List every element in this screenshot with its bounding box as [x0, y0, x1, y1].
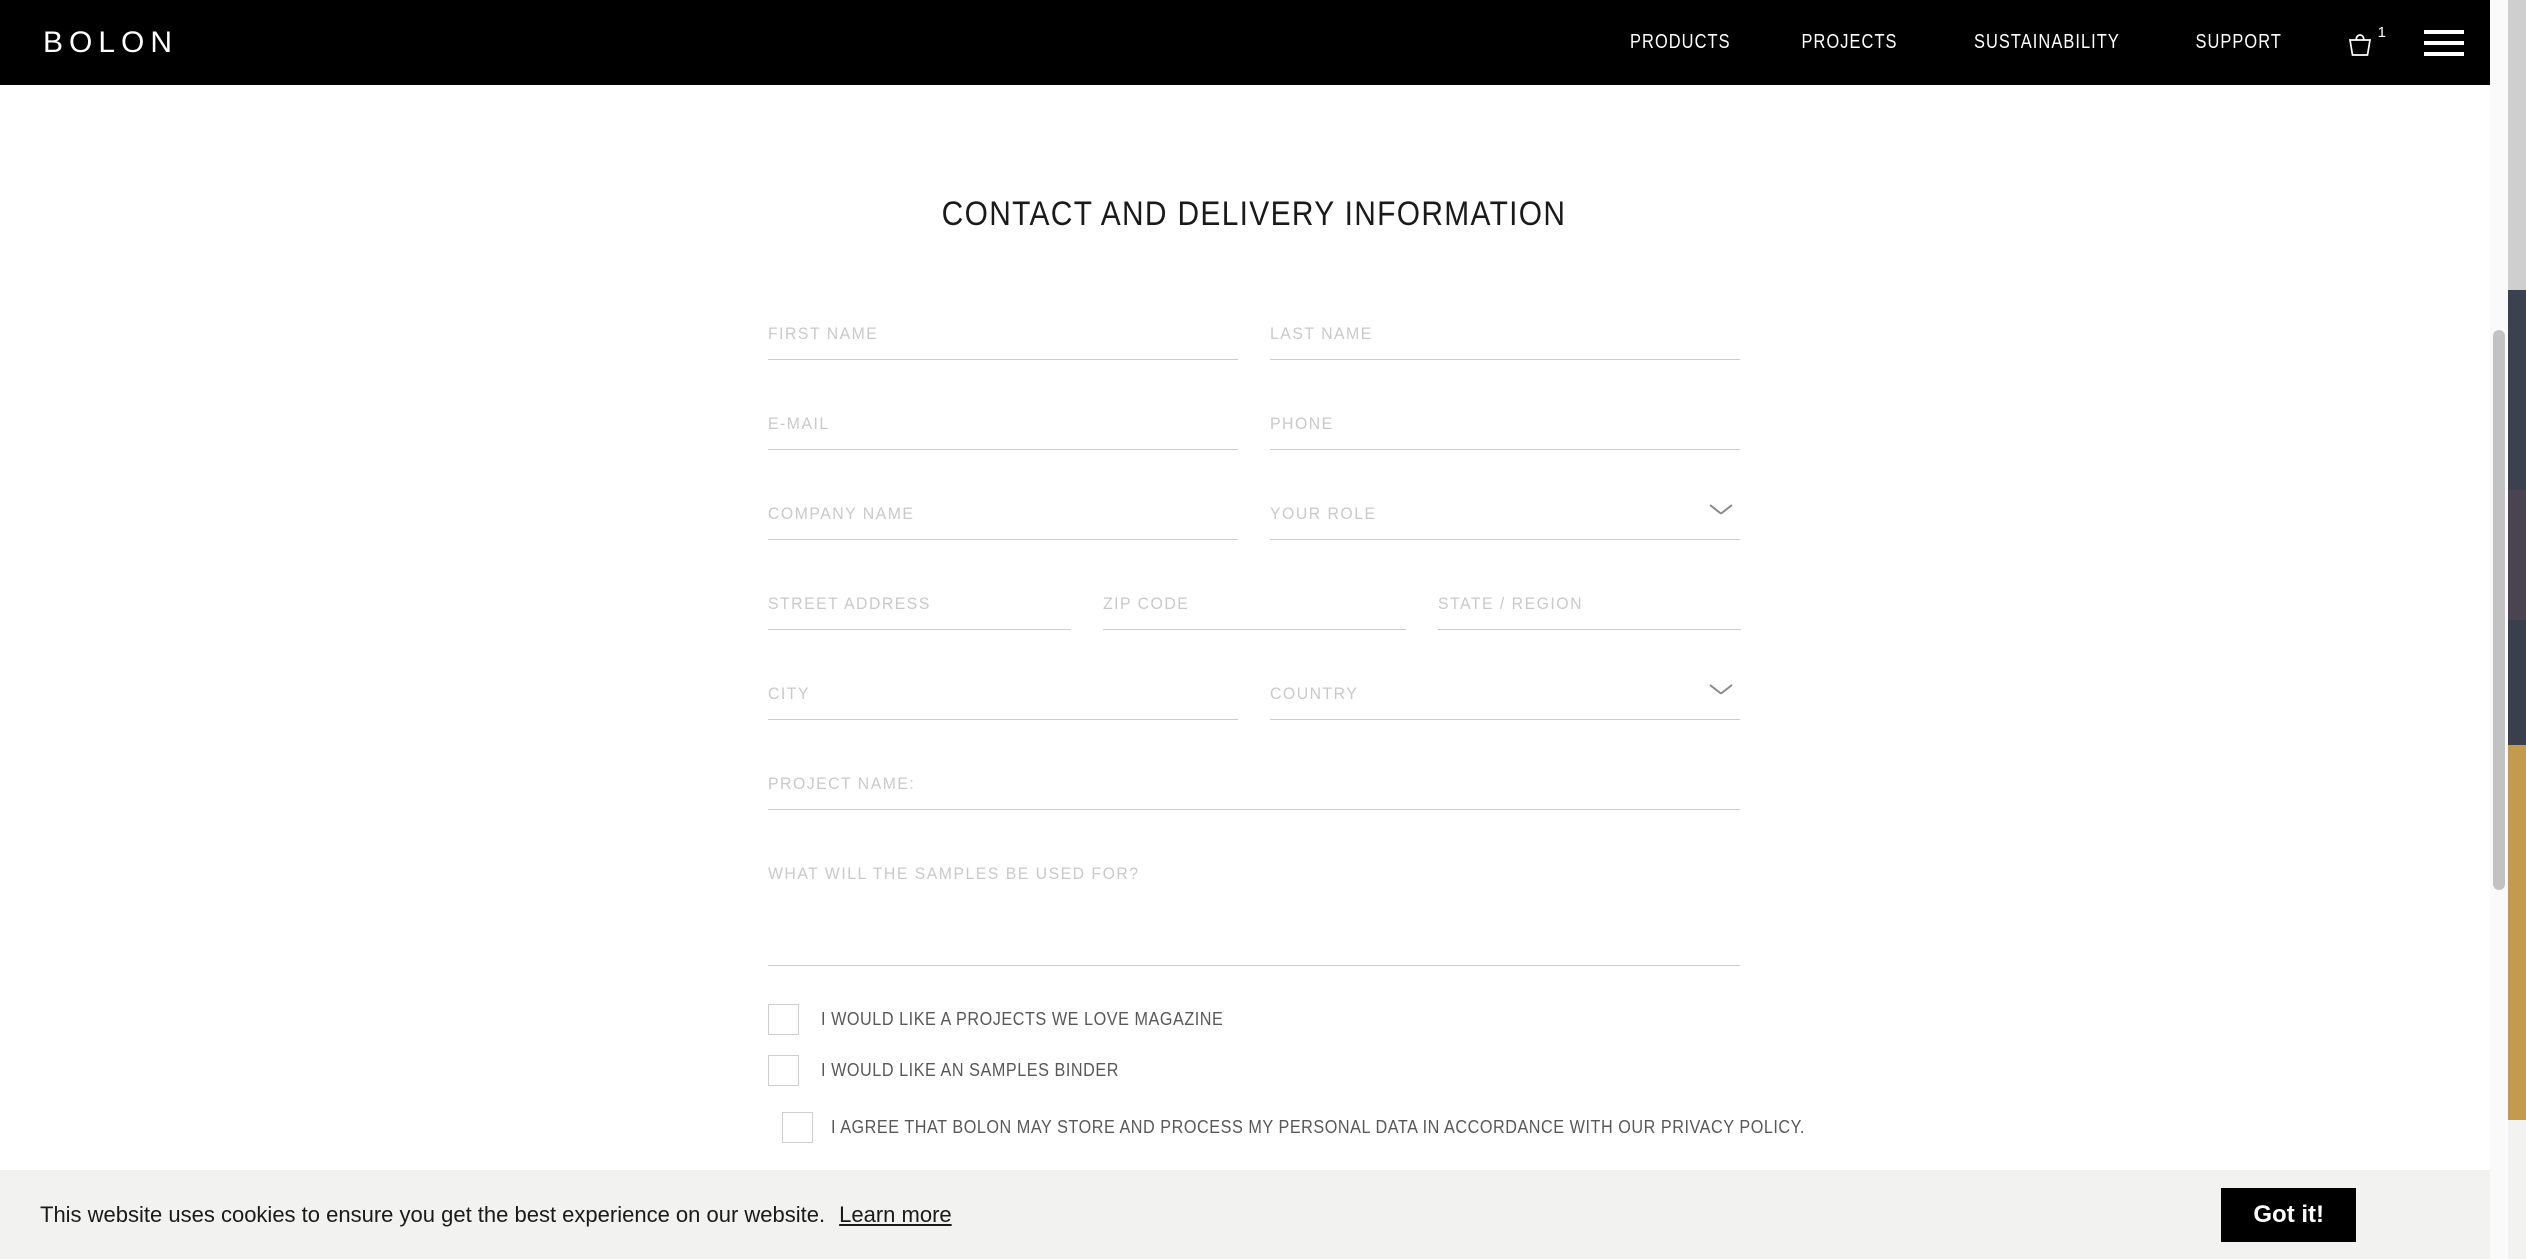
city-underline: [768, 719, 1238, 720]
street-address-field[interactable]: STREET ADDRESS: [768, 566, 1071, 656]
last-name-field[interactable]: LAST NAME: [1270, 296, 1740, 386]
project-name-underline: [768, 809, 1740, 810]
your-role-underline: [1270, 539, 1740, 540]
country-underline: [1270, 719, 1740, 720]
primary-navigation: PRODUCTS PROJECTS SUSTAINABILITY SUPPORT…: [1594, 23, 2470, 58]
browser-viewport: BOLON PRODUCTS PROJECTS SUSTAINABILITY S…: [0, 0, 2508, 1259]
email-underline: [768, 449, 1238, 450]
company-name-underline: [768, 539, 1238, 540]
cookie-message: This website uses cookies to ensure you …: [40, 1201, 826, 1227]
cookie-learn-more-link[interactable]: Learn more: [839, 1202, 952, 1228]
your-role-select[interactable]: YOUR ROLE: [1270, 476, 1740, 566]
form-row-project: PROJECT NAME:: [768, 746, 1740, 836]
city-label: CITY: [768, 684, 810, 703]
first-name-field[interactable]: FIRST NAME: [768, 296, 1238, 386]
state-region-label: STATE / REGION: [1438, 594, 1583, 613]
checkbox-magazine[interactable]: [768, 1004, 799, 1035]
company-name-field[interactable]: COMPANY NAME: [768, 476, 1238, 566]
samples-usage-underline: [768, 965, 1740, 966]
last-name-label: LAST NAME: [1270, 324, 1373, 343]
street-address-underline: [768, 629, 1071, 630]
your-role-label: YOUR ROLE: [1270, 504, 1377, 523]
state-region-underline: [1438, 629, 1741, 630]
checkbox-group: I WOULD LIKE A PROJECTS WE LOVE MAGAZINE…: [768, 1004, 1804, 1143]
checkbox-privacy-label: I AGREE THAT BOLON MAY STORE AND PROCESS…: [831, 1117, 1805, 1137]
page-scrollbar-track[interactable]: [2490, 0, 2508, 1259]
form-row-samples: WHAT WILL THE SAMPLES BE USED FOR?: [768, 836, 1740, 984]
form-row-name: FIRST NAME LAST NAME: [768, 296, 1740, 386]
phone-field[interactable]: PHONE: [1270, 386, 1740, 476]
email-label: E-MAIL: [768, 414, 830, 433]
hamburger-bar-3: [2424, 51, 2464, 56]
nav-item-projects[interactable]: PROJECTS: [1781, 31, 1918, 54]
nav-item-sustainability[interactable]: SUSTAINABILITY: [1954, 31, 2141, 54]
page-scrollbar-thumb[interactable]: [2493, 330, 2505, 890]
basket-icon: [2348, 33, 2371, 56]
checkbox-binder[interactable]: [768, 1055, 799, 1086]
project-name-label: PROJECT NAME:: [768, 774, 916, 793]
main-content: CONTACT AND DELIVERY INFORMATION FIRST N…: [0, 195, 2508, 1259]
samples-usage-label: WHAT WILL THE SAMPLES BE USED FOR?: [768, 864, 1140, 883]
zip-code-field[interactable]: ZIP CODE: [1103, 566, 1406, 656]
phone-underline: [1270, 449, 1740, 450]
country-select[interactable]: COUNTRY: [1270, 656, 1740, 746]
form-row-contact: E-MAIL PHONE: [768, 386, 1740, 476]
checkbox-binder-label: I WOULD LIKE AN SAMPLES BINDER: [821, 1060, 1119, 1080]
phone-label: PHONE: [1270, 414, 1334, 433]
contact-delivery-form: FIRST NAME LAST NAME E-MAIL PHONE COMPAN…: [768, 234, 1804, 1259]
nav-item-products[interactable]: PRODUCTS: [1609, 31, 1751, 54]
hamburger-bar-1: [2424, 29, 2464, 34]
street-address-label: STREET ADDRESS: [768, 594, 931, 613]
checkbox-magazine-label: I WOULD LIKE A PROJECTS WE LOVE MAGAZINE: [821, 1009, 1224, 1029]
email-field[interactable]: E-MAIL: [768, 386, 1238, 476]
bolon-logo[interactable]: BOLON: [43, 26, 178, 60]
checkbox-privacy-consent[interactable]: [782, 1112, 813, 1143]
last-name-underline: [1270, 359, 1740, 360]
cookie-accept-button[interactable]: Got it!: [2221, 1187, 2356, 1242]
form-row-city-country: CITY COUNTRY: [768, 656, 1740, 746]
cookie-consent-banner: This website uses cookies to ensure you …: [0, 1170, 2508, 1259]
company-name-label: COMPANY NAME: [768, 504, 915, 523]
city-field[interactable]: CITY: [768, 656, 1238, 746]
checkbox-row-privacy[interactable]: I AGREE THAT BOLON MAY STORE AND PROCESS…: [768, 1112, 1804, 1143]
project-name-field[interactable]: PROJECT NAME:: [768, 746, 1740, 836]
first-name-underline: [768, 359, 1238, 360]
form-row-address: STREET ADDRESS ZIP CODE STATE / REGION: [768, 566, 1741, 656]
chevron-down-icon[interactable]: [1710, 502, 1732, 514]
checkbox-row-binder[interactable]: I WOULD LIKE AN SAMPLES BINDER: [768, 1055, 1740, 1086]
nav-item-support[interactable]: SUPPORT: [2175, 31, 2302, 54]
basket-count-badge: 1: [2377, 23, 2386, 41]
basket-button[interactable]: 1: [2317, 23, 2396, 58]
zip-code-label: ZIP CODE: [1103, 594, 1190, 613]
zip-code-underline: [1103, 629, 1406, 630]
site-header: BOLON PRODUCTS PROJECTS SUSTAINABILITY S…: [0, 0, 2508, 85]
form-row-company: COMPANY NAME YOUR ROLE: [768, 476, 1740, 566]
chevron-down-icon[interactable]: [1710, 682, 1732, 694]
checkbox-row-magazine[interactable]: I WOULD LIKE A PROJECTS WE LOVE MAGAZINE: [768, 1004, 1740, 1035]
page-title: CONTACT AND DELIVERY INFORMATION: [941, 195, 1567, 233]
state-region-field[interactable]: STATE / REGION: [1438, 566, 1741, 656]
hamburger-menu-icon[interactable]: [2424, 29, 2464, 56]
samples-usage-textarea[interactable]: WHAT WILL THE SAMPLES BE USED FOR?: [768, 836, 1740, 984]
hamburger-bar-2: [2424, 40, 2464, 45]
country-label: COUNTRY: [1270, 684, 1359, 703]
first-name-label: FIRST NAME: [768, 324, 879, 343]
